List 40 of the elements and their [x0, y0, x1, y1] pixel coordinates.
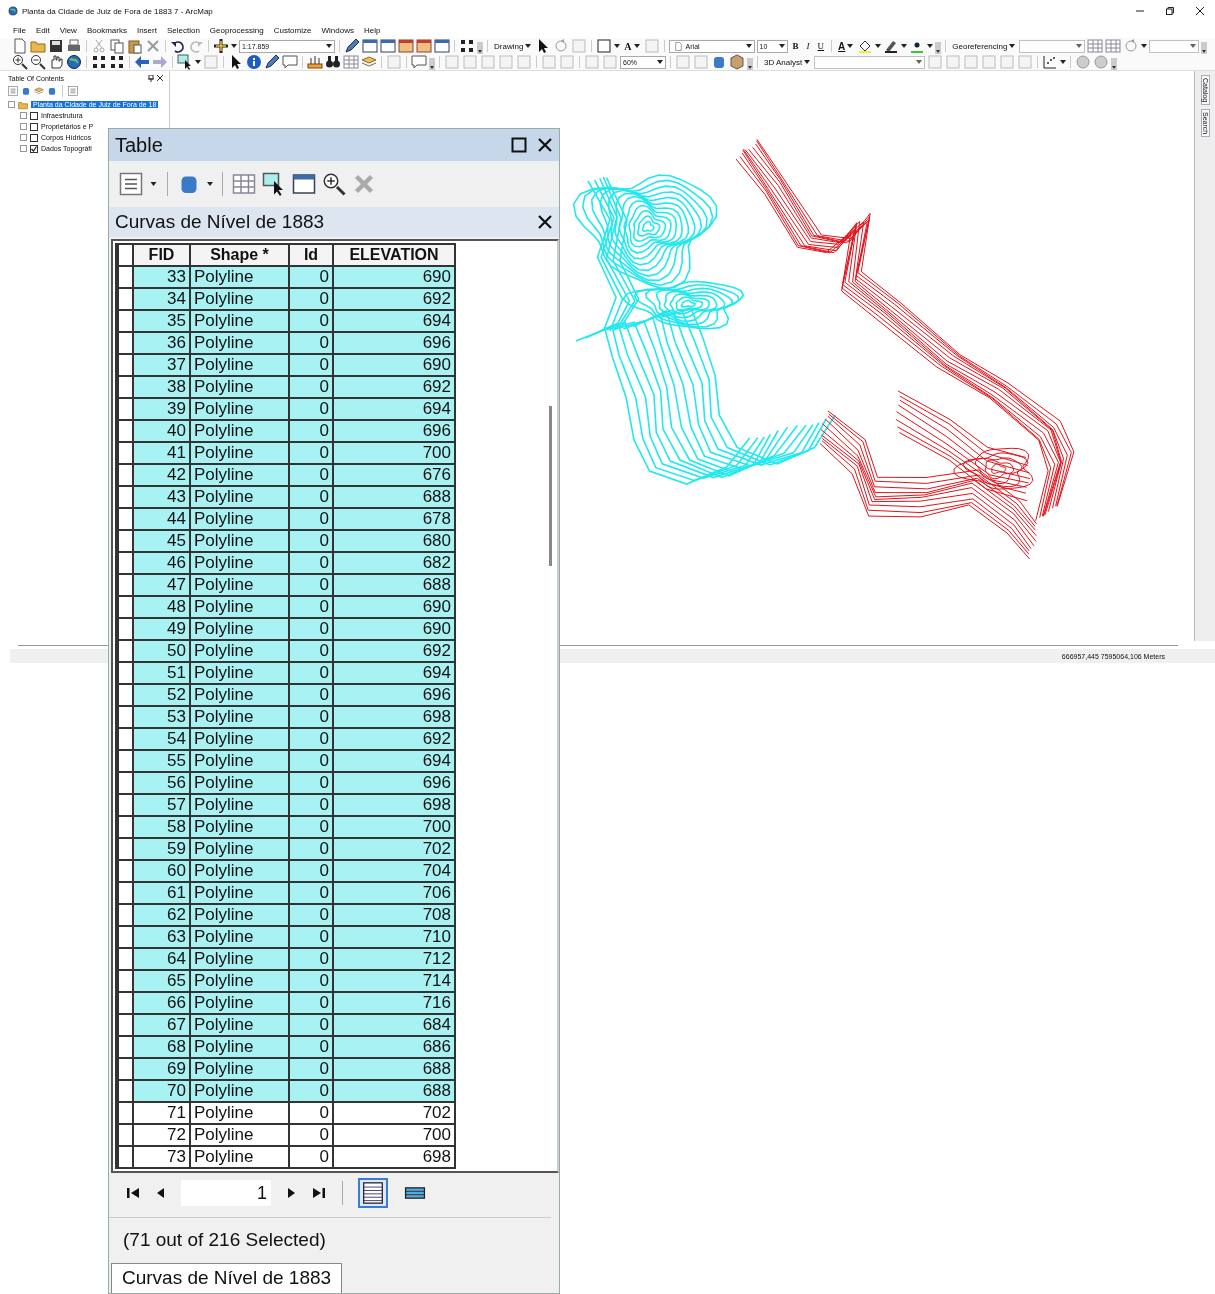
georeferencing-menu[interactable]: Georeferencing — [950, 41, 1018, 51]
analyst-menu[interactable]: 3D Analyst — [762, 57, 813, 67]
window-title: Planta da Cidade de Juiz de Fora de 1883 7 - ArcMap — [22, 6, 214, 16]
table-cell: 0 — [289, 1146, 333, 1168]
table-cell: Polyline — [190, 1146, 289, 1168]
menu-item[interactable]: View — [54, 25, 82, 35]
column-header[interactable]: ELEVATION — [333, 244, 455, 266]
table-cell: 0 — [289, 1124, 333, 1146]
underline-button[interactable]: U — [814, 41, 828, 51]
column-header[interactable]: Id — [289, 244, 333, 266]
menu-item[interactable]: File — [8, 25, 31, 35]
menu-item[interactable]: Insert — [131, 25, 162, 35]
menu-item[interactable]: Windows — [316, 25, 359, 35]
text-tool-button[interactable]: A — [622, 40, 642, 52]
column-header[interactable]: FID — [133, 244, 190, 266]
layer-title: Curvas de Nível de 1883 — [115, 211, 325, 233]
font-color-button[interactable]: A — [836, 40, 856, 52]
selection-count: (71 out of 216 Selected) — [123, 1229, 326, 1251]
table-cell: 702 — [333, 1102, 455, 1124]
menu-item[interactable]: Bookmarks — [81, 25, 132, 35]
italic-button[interactable]: I — [803, 41, 813, 51]
table-cell: Polyline — [190, 1102, 289, 1124]
table-cell: 71 — [133, 1102, 190, 1124]
table-cell: 72 — [133, 1124, 190, 1146]
table-cell: 698 — [333, 1146, 455, 1168]
table-cell: 73 — [133, 1146, 190, 1168]
bold-button[interactable]: B — [789, 41, 802, 51]
drawing-menu[interactable]: Drawing — [492, 41, 534, 51]
menu-item[interactable]: Geoprocessing — [204, 25, 269, 35]
menu-item[interactable]: Help — [358, 25, 386, 35]
table-cell: Polyline — [190, 1124, 289, 1146]
menu-item[interactable]: Selection — [161, 25, 205, 35]
column-header[interactable]: Shape * — [190, 244, 289, 266]
window-title: Table — [115, 133, 163, 157]
record-field[interactable]: 1 — [181, 1180, 271, 1206]
menu-item[interactable]: Edit — [30, 25, 55, 35]
table-cell: 0 — [289, 1102, 333, 1124]
table-tab[interactable]: Curvas de Nível de 1883 — [111, 1263, 343, 1293]
menu-item[interactable]: Customize — [268, 25, 317, 35]
table-cell: 700 — [333, 1124, 455, 1146]
